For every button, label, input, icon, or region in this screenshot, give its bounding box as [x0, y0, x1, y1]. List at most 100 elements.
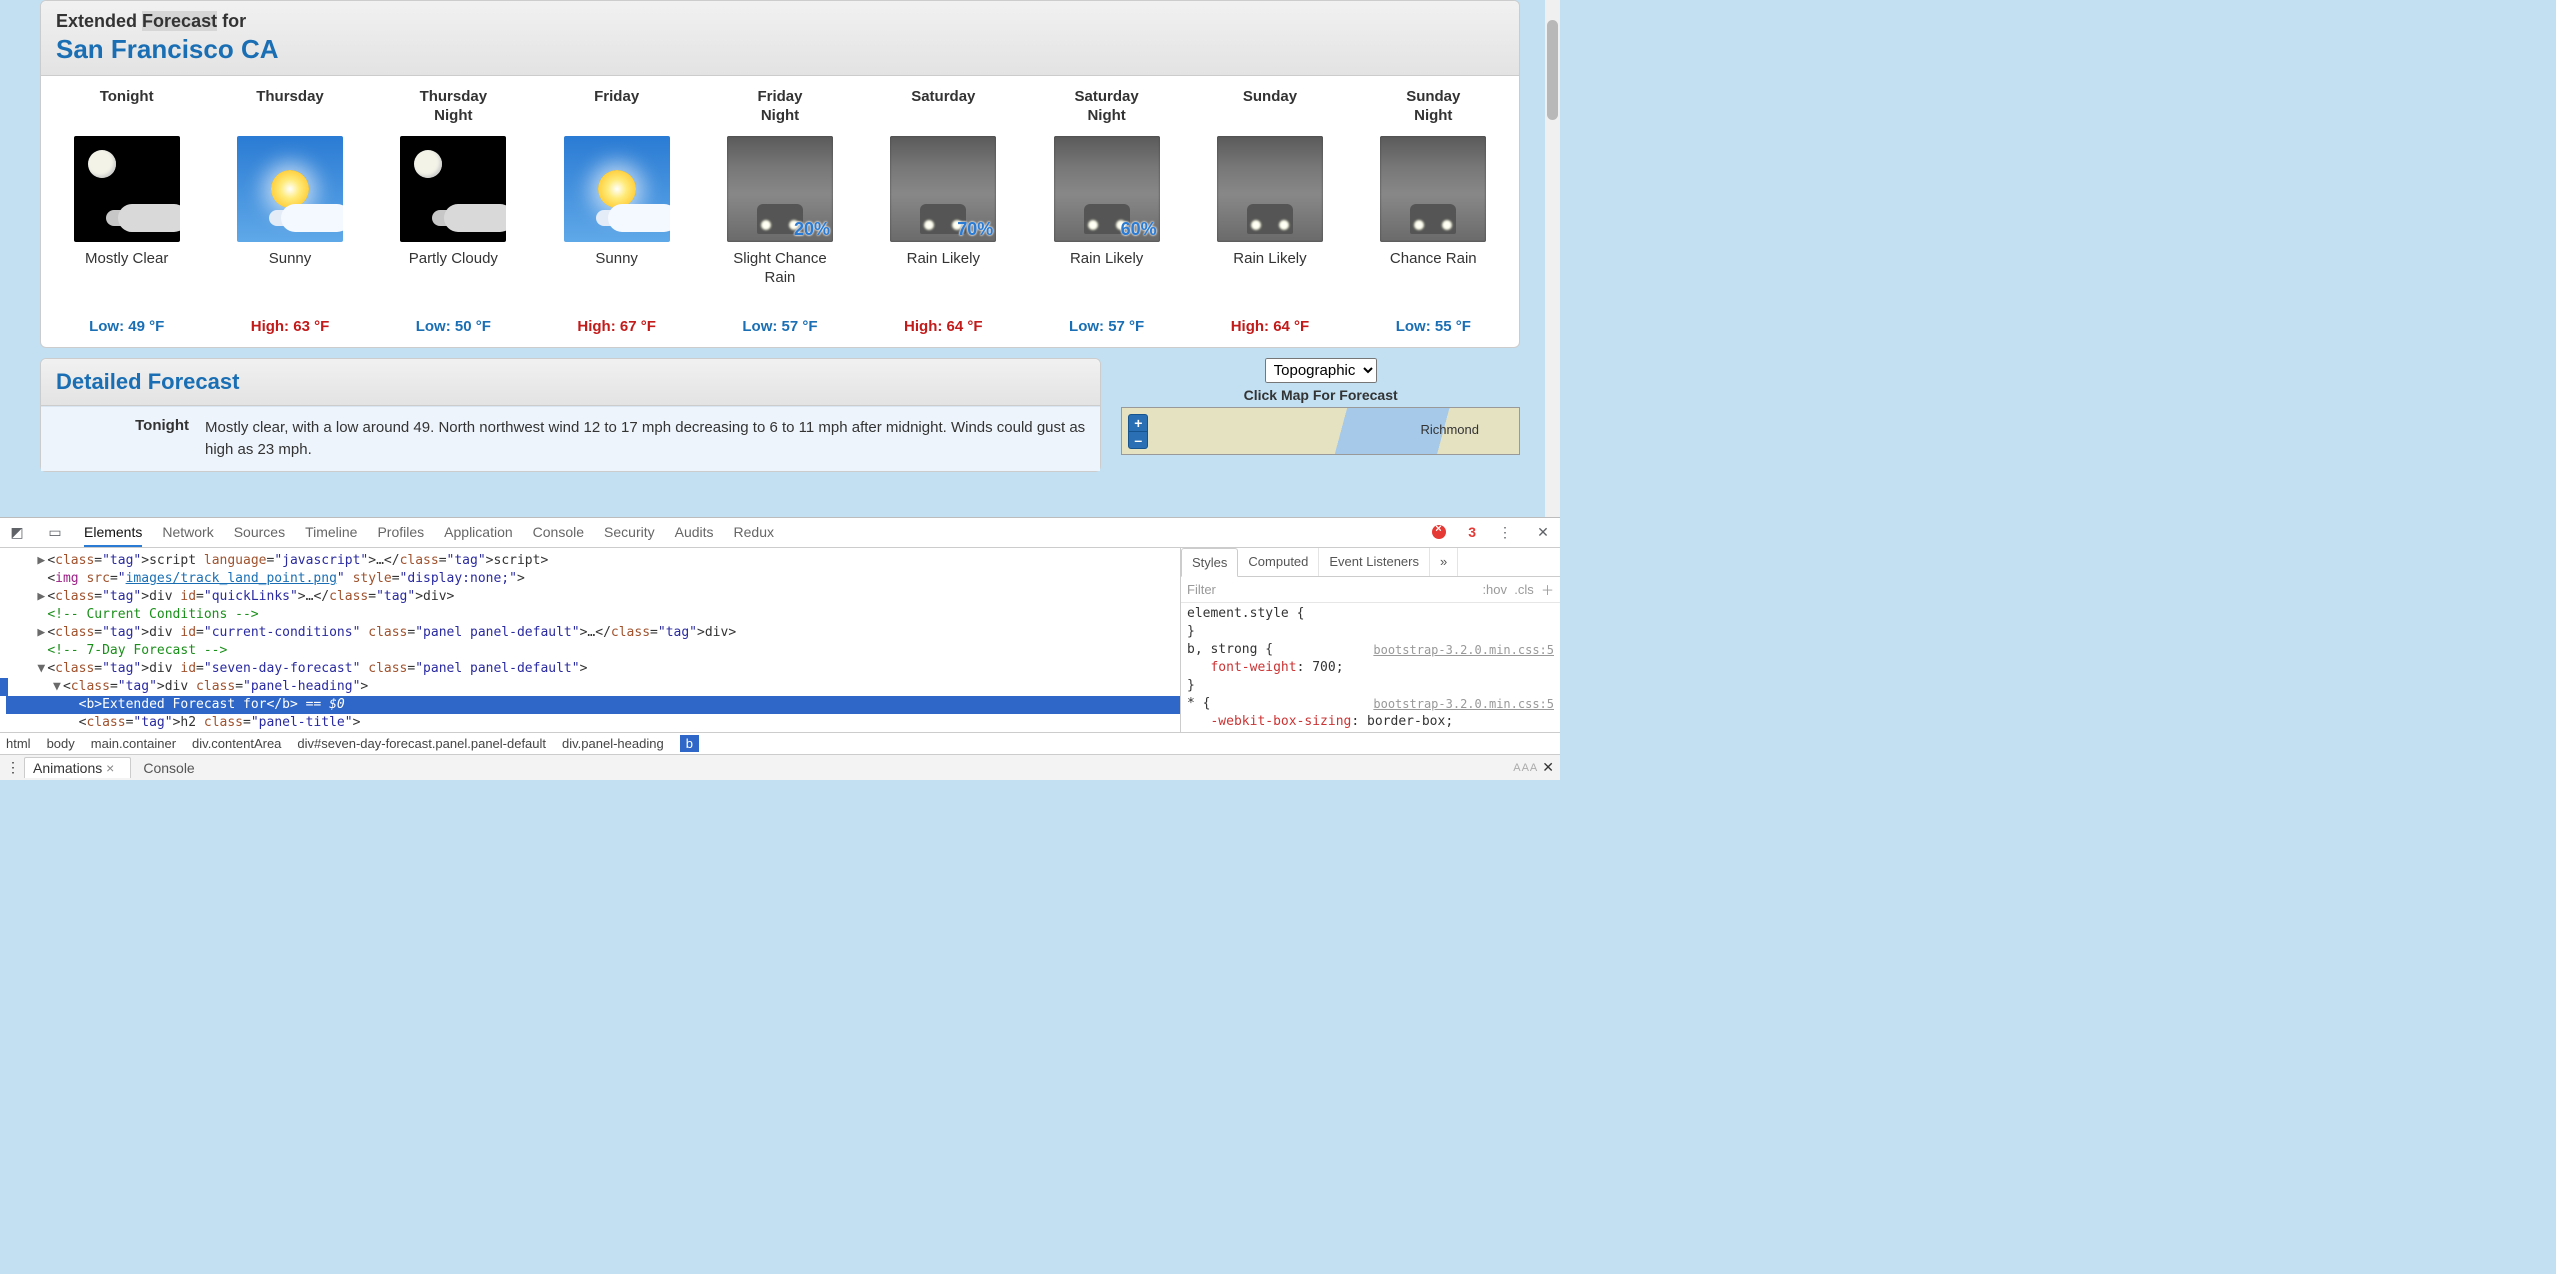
condition: Rain Likely	[1188, 250, 1351, 290]
elements-pane[interactable]: ▶<class="tag">script language="javascrip…	[0, 548, 1180, 732]
crumb[interactable]: html	[6, 736, 31, 751]
condition: Rain Likely	[1025, 250, 1188, 290]
dom-line[interactable]: <class="tag">h2 class="panel-title">	[6, 714, 1180, 732]
tab-styles[interactable]: Styles	[1181, 548, 1238, 577]
tab-console[interactable]: Console	[533, 524, 584, 540]
crumb[interactable]: b	[680, 735, 699, 752]
temperature: Low: 55 °F	[1352, 318, 1515, 335]
styles-rules[interactable]: element.style { } bootstrap-3.2.0.min.cs…	[1181, 603, 1560, 733]
rain-night-icon	[1380, 136, 1486, 242]
dom-line[interactable]: <b>Extended Forecast for</b> == $0	[6, 696, 1180, 714]
forecast-day[interactable]: Friday Night 20% Slight Chance Rain Low: 57…	[698, 88, 861, 335]
device-toggle-icon[interactable]: ▭	[46, 524, 64, 541]
page-scrollbar[interactable]	[1545, 0, 1560, 517]
forecast-map[interactable]: +– Richmond	[1121, 407, 1520, 455]
day-name: Thursday	[208, 88, 371, 130]
drawer-menu-icon[interactable]: ⋮	[6, 759, 20, 776]
dom-line[interactable]: ▶<class="tag">div id="quickLinks">…</cla…	[6, 588, 1180, 606]
devtools-menu-icon[interactable]: ⋮	[1496, 524, 1514, 541]
styles-pane: Styles Computed Event Listeners » Filter…	[1180, 548, 1560, 732]
drawer-close-icon[interactable]: ✕	[1542, 759, 1554, 776]
tab-elements[interactable]: Elements	[84, 524, 142, 547]
day-name: Saturday Night	[1025, 88, 1188, 130]
click-map-label: Click Map For Forecast	[1121, 387, 1520, 403]
heading-highlight: Forecast	[142, 11, 217, 31]
clear-night-icon	[74, 136, 180, 242]
zoom-in-button[interactable]: +	[1129, 415, 1147, 432]
dom-line[interactable]: ▶<class="tag">script language="javascrip…	[6, 552, 1180, 570]
drawer-tab-console[interactable]: Console	[135, 758, 202, 778]
inspect-icon[interactable]: ◩	[8, 524, 26, 541]
tab-network[interactable]: Network	[162, 524, 213, 540]
forecast-day[interactable]: Saturday70%Rain LikelyHigh: 64 °F	[862, 88, 1025, 335]
tab-application[interactable]: Application	[444, 524, 513, 540]
cls-toggle[interactable]: .cls	[1514, 582, 1534, 597]
dom-line[interactable]: <!-- 7-Day Forecast -->	[6, 642, 1180, 660]
styles-more-icon[interactable]: »	[1430, 548, 1458, 576]
condition: Mostly Clear	[45, 250, 208, 290]
devtools-tabs: ◩ ▭ Elements Network Sources Timeline Profil…	[0, 518, 1560, 548]
day-name: Friday Night	[698, 88, 861, 130]
rain-day-icon: 70%	[890, 136, 996, 242]
styles-filter-input[interactable]: Filter	[1187, 582, 1216, 597]
crumb[interactable]: div.panel-heading	[562, 736, 664, 751]
drawer-status: AAA	[1513, 762, 1538, 774]
dom-line[interactable]: ▶<class="tag">div id="current-conditions…	[6, 624, 1180, 642]
hov-toggle[interactable]: :hov	[1482, 582, 1507, 597]
dom-line[interactable]: <!-- Current Conditions -->	[6, 606, 1180, 624]
add-rule-icon[interactable]: ＋	[1541, 580, 1554, 599]
breadcrumb[interactable]: html body main.container div.contentArea div…	[0, 732, 1560, 754]
forecast-day[interactable]: FridaySunnyHigh: 67 °F	[535, 88, 698, 335]
day-name: Thursday Night	[372, 88, 535, 130]
precip-pct: 70%	[957, 219, 993, 240]
zoom-out-button[interactable]: –	[1129, 432, 1147, 448]
crumb[interactable]: div.contentArea	[192, 736, 281, 751]
tab-profiles[interactable]: Profiles	[377, 524, 424, 540]
tab-redux[interactable]: Redux	[734, 524, 774, 540]
temperature: Low: 57 °F	[698, 318, 861, 335]
tab-computed[interactable]: Computed	[1238, 548, 1319, 576]
condition: Slight Chance Rain	[698, 250, 861, 290]
weather-page: Extended Forecast for San Francisco CA T…	[0, 0, 1560, 517]
devtools-drawer: ⋮ Animations × Console AAA ✕	[0, 754, 1560, 780]
forecast-day[interactable]: Sunday NightChance RainLow: 55 °F	[1352, 88, 1515, 335]
day-name: Tonight	[45, 88, 208, 130]
condition: Chance Rain	[1352, 250, 1515, 290]
tab-security[interactable]: Security	[604, 524, 655, 540]
forecast-day[interactable]: SundayRain LikelyHigh: 64 °F	[1188, 88, 1351, 335]
sunny-icon	[564, 136, 670, 242]
temperature: Low: 50 °F	[372, 318, 535, 335]
tab-sources[interactable]: Sources	[234, 524, 285, 540]
crumb[interactable]: main.container	[91, 736, 176, 751]
tab-event-listeners[interactable]: Event Listeners	[1319, 548, 1430, 576]
dom-line[interactable]: <img src="images/track_land_point.png" s…	[6, 570, 1180, 588]
forecast-day[interactable]: TonightMostly ClearLow: 49 °F	[45, 88, 208, 335]
temperature: High: 63 °F	[208, 318, 371, 335]
condition: Rain Likely	[862, 250, 1025, 290]
drawer-tab-animations[interactable]: Animations ×	[24, 757, 131, 778]
precip-pct: 20%	[794, 219, 830, 240]
dom-line[interactable]: ▼<class="tag">div class="panel-heading">	[6, 678, 1180, 696]
forecast-day[interactable]: Saturday Night60%Rain LikelyLow: 57 °F	[1025, 88, 1188, 335]
day-name: Sunday	[1188, 88, 1351, 130]
map-layer-select[interactable]: Topographic	[1265, 358, 1377, 383]
heading-prefix: Extended	[56, 11, 137, 31]
dom-line[interactable]: ▼<class="tag">div id="seven-day-forecast…	[6, 660, 1180, 678]
styles-tabs: Styles Computed Event Listeners »	[1181, 548, 1560, 577]
close-icon[interactable]: ×	[106, 760, 114, 776]
crumb[interactable]: body	[47, 736, 75, 751]
map-city-label: Richmond	[1420, 422, 1479, 437]
crumb[interactable]: div#seven-day-forecast.panel.panel-defau…	[297, 736, 546, 751]
map-column: Topographic Click Map For Forecast +– Ri…	[1121, 358, 1520, 482]
condition: Sunny	[208, 250, 371, 290]
forecast-day[interactable]: Thursday NightPartly CloudyLow: 50 °F	[372, 88, 535, 335]
devtools-close-icon[interactable]: ✕	[1534, 524, 1552, 541]
forecast-day[interactable]: Thursday Sunny High: 63 °F	[208, 88, 371, 335]
tab-audits[interactable]: Audits	[675, 524, 714, 540]
day-name: Saturday	[862, 88, 1025, 130]
rain-night-icon: 60%	[1054, 136, 1160, 242]
error-icon[interactable]	[1432, 525, 1446, 539]
temperature: High: 67 °F	[535, 318, 698, 335]
tab-timeline[interactable]: Timeline	[305, 524, 357, 540]
map-zoom[interactable]: +–	[1128, 414, 1148, 449]
